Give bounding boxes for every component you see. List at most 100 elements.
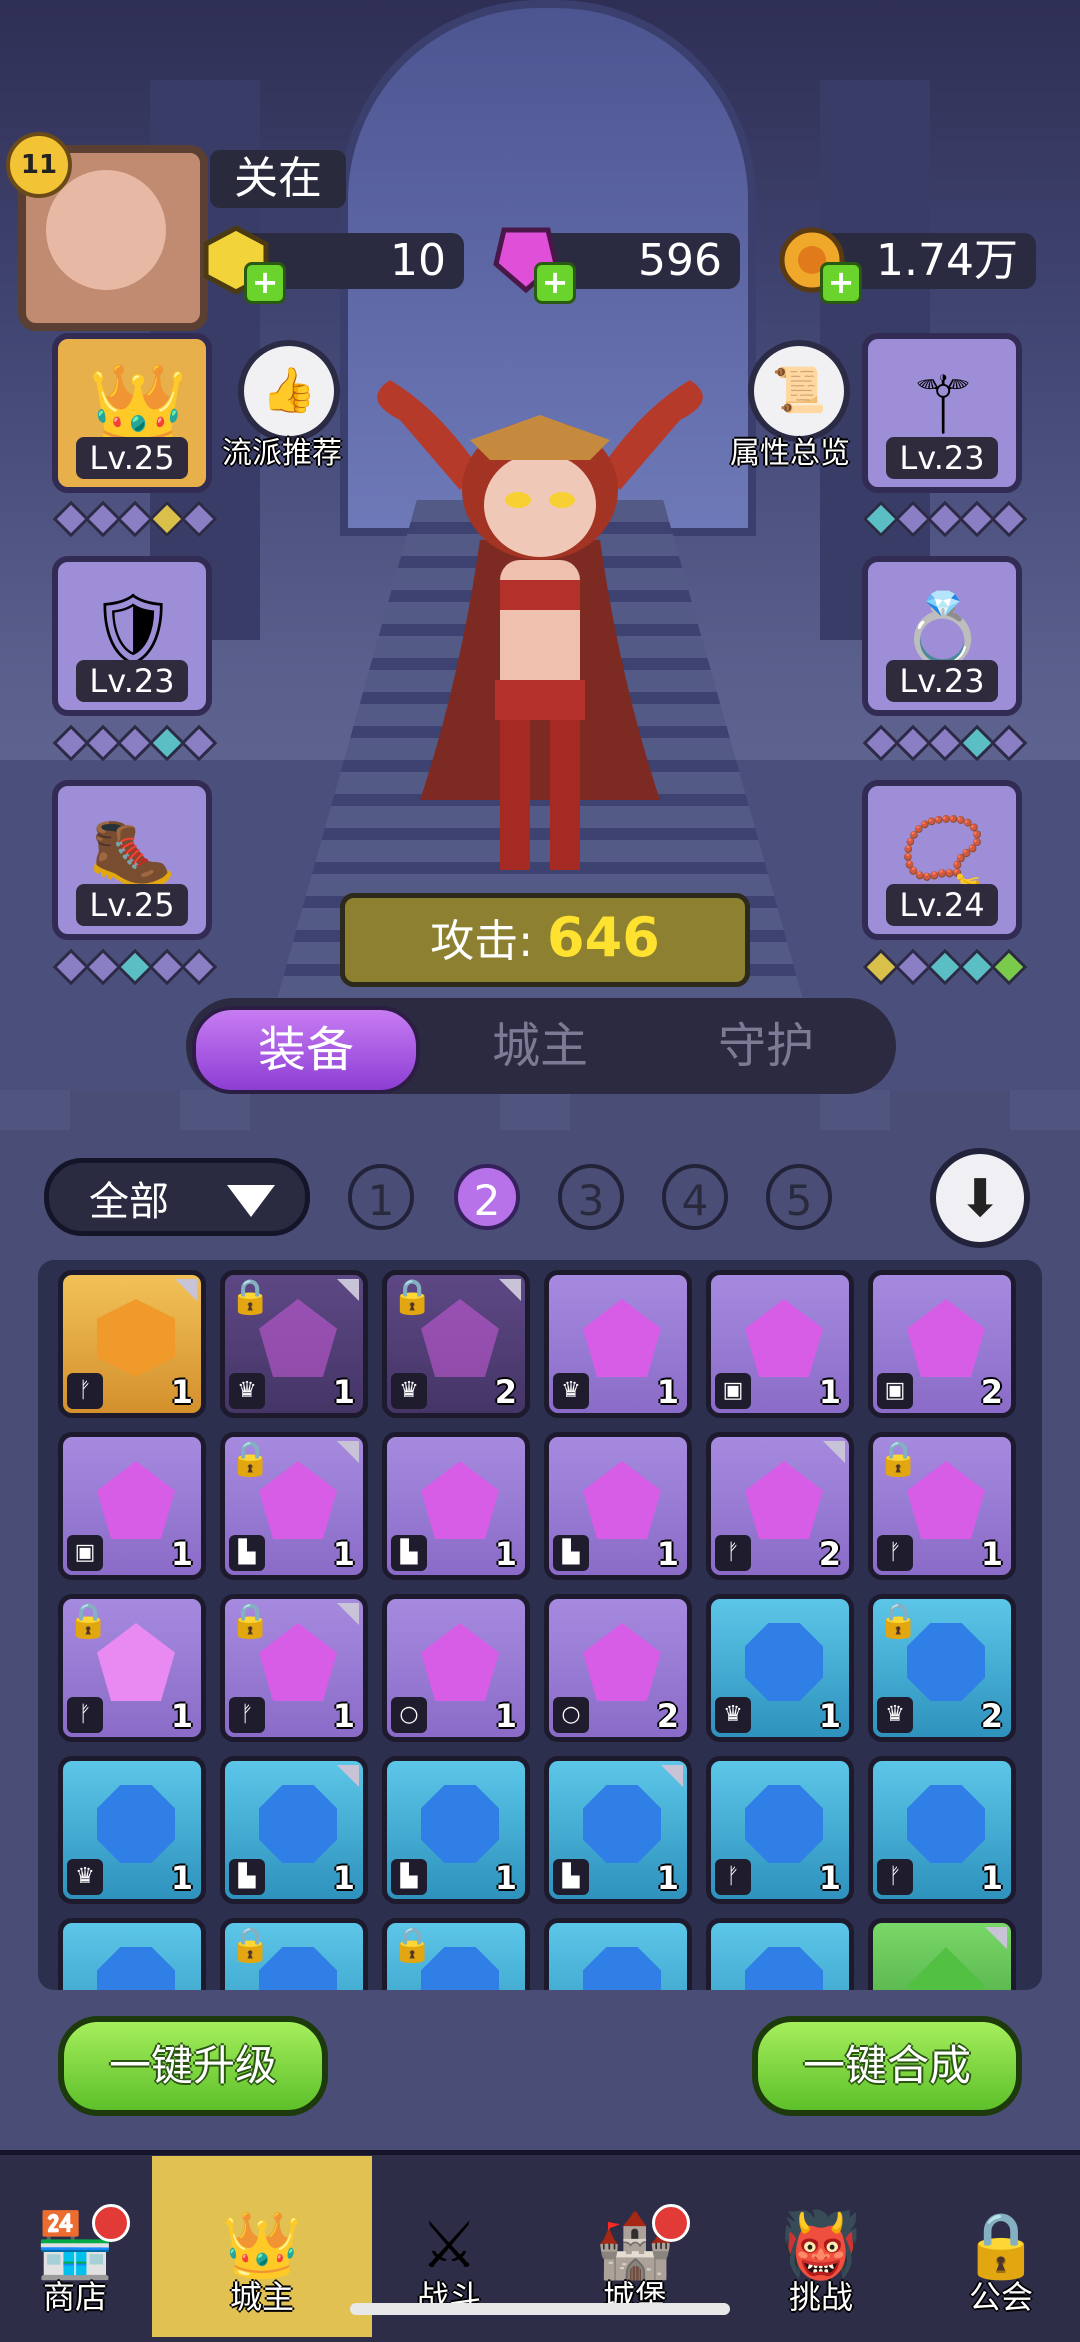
gem-item[interactable]: 🔒 ᚠ 1	[868, 1432, 1016, 1580]
gem-item[interactable]: 🔒	[220, 1918, 368, 1990]
nav-guild[interactable]: 🔒 公会	[926, 2156, 1076, 2337]
castle-crenel	[0, 1090, 70, 1130]
crown-type-icon: ♛	[553, 1373, 589, 1409]
gem-item[interactable]: ○ 2	[544, 1594, 692, 1742]
ring-type-icon: ○	[553, 1697, 589, 1733]
boot-type-icon: ▙	[229, 1859, 265, 1895]
gem-item[interactable]: 🔒 ♛ 2	[868, 1594, 1016, 1742]
gem-item[interactable]	[706, 1918, 854, 1990]
crown-type-icon: ♛	[391, 1373, 427, 1409]
gem-item[interactable]: 🔒 ᚠ 1	[220, 1594, 368, 1742]
tab-lord[interactable]: 城主	[430, 1006, 650, 1086]
gem-item[interactable]: ♛ 1	[544, 1270, 692, 1418]
player-level-badge: 11	[6, 132, 72, 198]
gem-item[interactable]: ▣ 1	[58, 1432, 206, 1580]
gem-item[interactable]	[58, 1918, 206, 1990]
gem-item[interactable]: ▙ 1	[220, 1756, 368, 1904]
gem-item[interactable]: ▙ 1	[544, 1756, 692, 1904]
gem-item[interactable]	[544, 1918, 692, 1990]
avatar-face	[46, 170, 166, 290]
gem-item[interactable]: 🔒	[382, 1918, 530, 1990]
chevron-down-icon	[227, 1185, 275, 1217]
lock-icon: 🔒	[877, 1439, 920, 1479]
page-tab-3[interactable]: 3	[558, 1164, 624, 1230]
page-tab-5[interactable]: 5	[766, 1164, 832, 1230]
filter-dropdown[interactable]: 全部	[44, 1158, 310, 1236]
gem-item[interactable]	[868, 1918, 1016, 1990]
player-name: 关在	[210, 150, 346, 208]
slot-rarity-diamonds	[862, 948, 1028, 986]
gem-item[interactable]: ▙ 1	[544, 1432, 692, 1580]
gem-item[interactable]: ♛ 1	[706, 1594, 854, 1742]
staff-type-icon: ᚠ	[67, 1373, 103, 1409]
gem-item[interactable]: ᚠ1	[868, 1756, 1016, 1904]
crown-type-icon: ♛	[229, 1373, 265, 1409]
equip-slot-necklace[interactable]: 📿 Lv.24	[862, 780, 1022, 940]
armor-type-icon: ▣	[715, 1373, 751, 1409]
add-coin-button[interactable]: +	[820, 262, 862, 304]
gem-item[interactable]: 🔒 ᚠ 1	[58, 1594, 206, 1742]
lock-icon: 🔒	[391, 1277, 434, 1317]
gem-item[interactable]: ▣ 2	[868, 1270, 1016, 1418]
equip-slot-ring[interactable]: 💍 Lv.23	[862, 556, 1022, 716]
slot-rarity-diamonds	[52, 500, 218, 538]
download-icon[interactable]: ⬇	[930, 1148, 1030, 1248]
gem-item[interactable]: ᚠ1	[58, 1270, 206, 1418]
notification-dot	[652, 2204, 690, 2242]
slot-rarity-diamonds	[862, 724, 1028, 762]
castle-crenel	[820, 1090, 890, 1130]
armor-type-icon: ▣	[877, 1373, 913, 1409]
boot-type-icon: ▙	[229, 1535, 265, 1571]
attributes-scroll-icon[interactable]: 📜	[748, 340, 850, 442]
slot-rarity-diamonds	[52, 948, 218, 986]
gem-item[interactable]: ᚠ1	[706, 1756, 854, 1904]
slot-level: Lv.23	[76, 660, 188, 702]
armor-type-icon: ▣	[67, 1535, 103, 1571]
slot-rarity-diamonds	[862, 500, 1028, 538]
recommend-thumbs-up-icon[interactable]: 👍	[238, 340, 340, 442]
equip-slot-staff[interactable]: ⚚ Lv.23	[862, 333, 1022, 493]
equip-slot-crown[interactable]: 👑 Lv.25	[52, 333, 212, 493]
gem-item[interactable]: ▙ 1	[382, 1756, 530, 1904]
staff-type-icon: ᚠ	[715, 1859, 751, 1895]
equip-slot-armor[interactable]: 🛡 Lv.23	[52, 556, 212, 716]
attributes-label[interactable]: 属性总览	[730, 428, 850, 472]
gem-item[interactable]: ▙ 1	[382, 1432, 530, 1580]
tab-guardian[interactable]: 守护	[656, 1006, 876, 1086]
nav-lord[interactable]: 👑 城主	[152, 2156, 372, 2337]
page-tab-4[interactable]: 4	[662, 1164, 728, 1230]
equip-slot-boot[interactable]: 🥾 Lv.25	[52, 780, 212, 940]
gem-item[interactable]: 🔒 ♛ 2	[382, 1270, 530, 1418]
gem-item[interactable]: ᚠ2	[706, 1432, 854, 1580]
attack-value: 646	[547, 906, 660, 969]
boot-type-icon: ▙	[553, 1535, 589, 1571]
slot-level: Lv.25	[76, 437, 188, 479]
gem-item[interactable]: ▣ 1	[706, 1270, 854, 1418]
synthesize-all-button[interactable]: 一键合成	[752, 2016, 1022, 2116]
upgrade-all-button[interactable]: 一键升级	[58, 2016, 328, 2116]
recommend-label[interactable]: 流派推荐	[222, 428, 342, 472]
boot-type-icon: ▙	[391, 1859, 427, 1895]
hero-character[interactable]	[360, 380, 720, 900]
lock-icon: 🔒	[391, 1925, 434, 1965]
slot-level: Lv.23	[886, 660, 998, 702]
attack-label: 攻击:	[430, 916, 534, 967]
gem-item[interactable]: 🔒 ♛ 1	[220, 1270, 368, 1418]
castle-crenel	[500, 1090, 570, 1130]
page-tab-2[interactable]: 2	[454, 1164, 520, 1230]
home-indicator[interactable]	[350, 2303, 730, 2315]
gem-item[interactable]: 🔒 ▙ 1	[220, 1432, 368, 1580]
nav-shop[interactable]: 🏪 商店	[0, 2156, 150, 2337]
lock-icon: 🔒	[67, 1601, 110, 1641]
add-pink-gem-button[interactable]: +	[534, 262, 576, 304]
page-tab-1[interactable]: 1	[348, 1164, 414, 1230]
gem-item[interactable]: ○ 1	[382, 1594, 530, 1742]
nav-challenge[interactable]: 👹 挑战	[746, 2156, 896, 2337]
tab-equipment[interactable]: 装备	[192, 1006, 420, 1094]
crown-type-icon: ♛	[715, 1697, 751, 1733]
add-gold-crystal-button[interactable]: +	[244, 262, 286, 304]
slot-level: Lv.25	[76, 884, 188, 926]
crown-type-icon: ♛	[877, 1697, 913, 1733]
boot-type-icon: ▙	[391, 1535, 427, 1571]
gem-item[interactable]: ♛ 1	[58, 1756, 206, 1904]
